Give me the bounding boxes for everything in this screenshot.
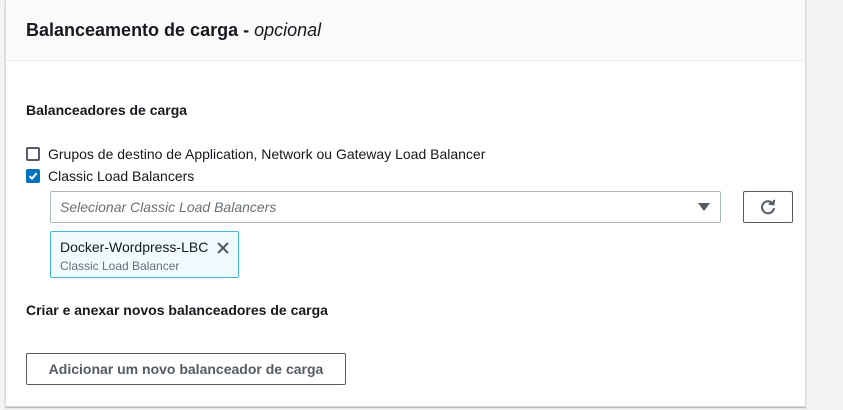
close-icon[interactable]: [217, 241, 229, 259]
checkmark-icon: [28, 172, 38, 181]
selected-token: Docker-Wordpress-LBC Classic Load Balanc…: [50, 231, 239, 278]
create-section-label: Criar e anexar novos balanceadores de ca…: [26, 302, 328, 318]
panel-title-text: Balanceamento de carga -: [26, 19, 255, 40]
add-load-balancer-button[interactable]: Adicionar um novo balanceador de carga: [26, 353, 346, 385]
option-classic-load-balancers[interactable]: Classic Load Balancers: [26, 168, 194, 184]
refresh-button[interactable]: [743, 191, 793, 223]
target-groups-checkbox[interactable]: [26, 147, 40, 161]
load-balancing-panel: Balanceamento de carga - opcional Balanc…: [5, 0, 806, 407]
classic-lb-select[interactable]: Selecionar Classic Load Balancers: [50, 191, 721, 223]
option-target-groups[interactable]: Grupos de destino de Application, Networ…: [26, 146, 485, 162]
token-subtitle: Classic Load Balancer: [60, 259, 180, 273]
classic-lb-label: Classic Load Balancers: [48, 168, 195, 184]
panel-title-optional: opcional: [254, 19, 322, 40]
caret-down-icon: [698, 203, 710, 211]
panel-header: Balanceamento de carga - opcional: [6, 0, 805, 61]
token-title: Docker-Wordpress-LBC: [60, 239, 209, 255]
load-balancers-label: Balanceadores de carga: [26, 102, 188, 118]
target-groups-label: Grupos de destino de Application, Networ…: [48, 146, 486, 162]
refresh-icon: [761, 199, 776, 215]
select-placeholder: Selecionar Classic Load Balancers: [60, 199, 277, 215]
classic-lb-checkbox[interactable]: [26, 169, 40, 183]
panel-title: Balanceamento de carga - opcional: [26, 20, 321, 41]
